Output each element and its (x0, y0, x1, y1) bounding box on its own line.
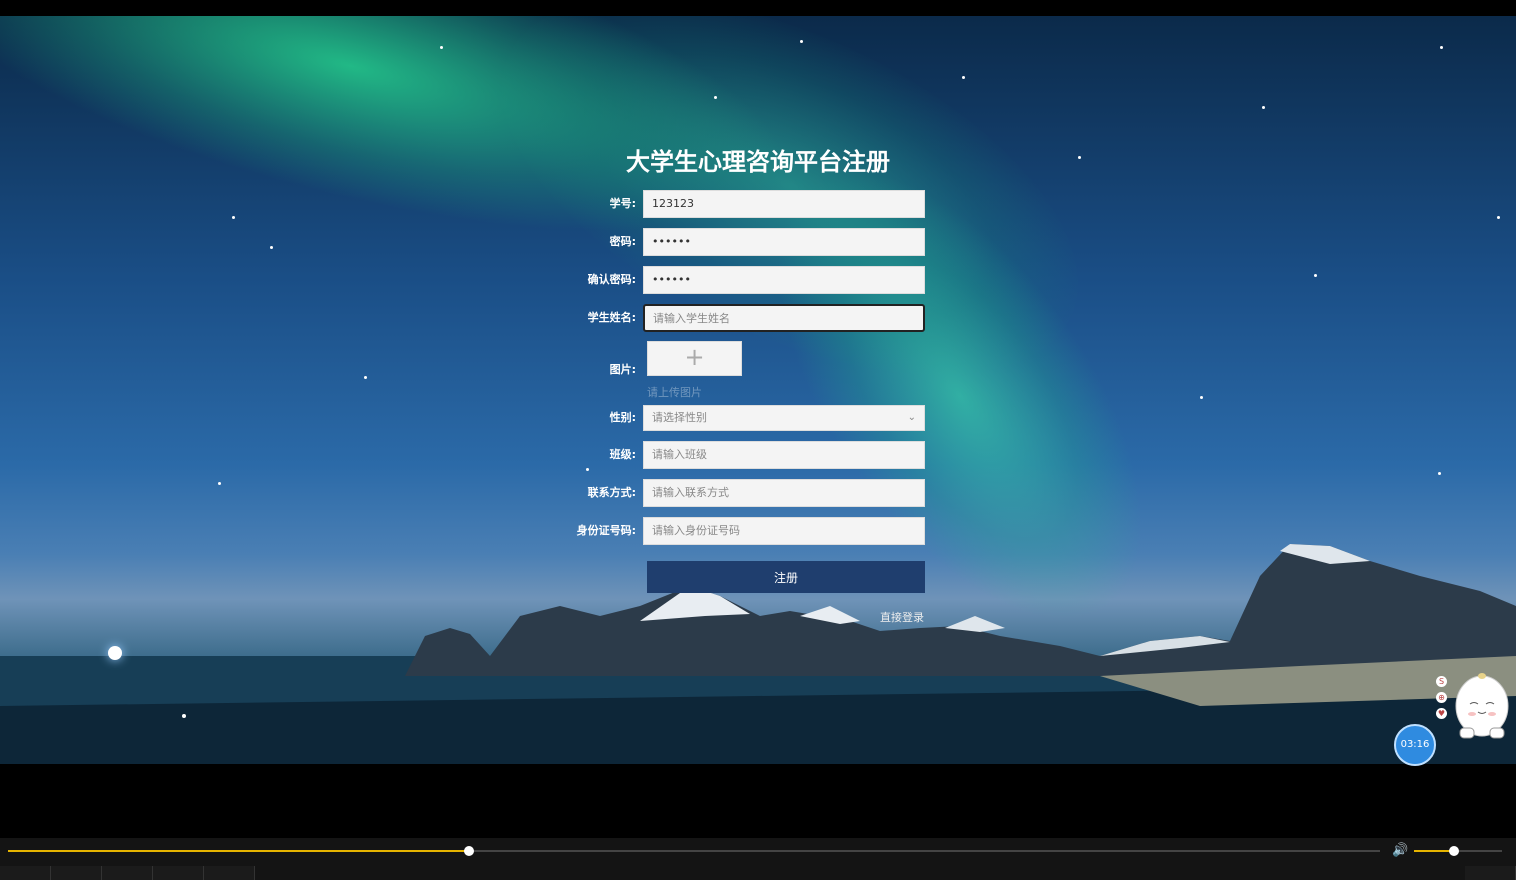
star (1200, 396, 1203, 399)
plus-icon: + (684, 343, 705, 371)
star (182, 714, 186, 718)
star (1440, 46, 1443, 49)
register-button[interactable]: 注册 (647, 561, 925, 593)
progress-track[interactable] (8, 846, 1380, 856)
page-title: 大学生心理咨询平台注册 (626, 148, 890, 176)
star (1497, 216, 1500, 219)
mascot-icon[interactable] (1454, 670, 1510, 742)
password-input[interactable]: •••••• (643, 228, 925, 256)
direct-login-link[interactable]: 直接登录 (880, 609, 924, 625)
star (1078, 156, 1081, 159)
contact-label: 联系方式: (587, 486, 636, 499)
gender-label: 性别: (609, 411, 636, 424)
confirm-password-input[interactable]: •••••• (643, 266, 925, 294)
volume-icon[interactable]: 🔊 (1392, 843, 1408, 858)
id-card-input[interactable]: 请输入身份证号码 (643, 517, 925, 545)
id-card-label: 身份证号码: (576, 524, 636, 537)
star (800, 40, 803, 43)
mini-button[interactable]: S (1436, 676, 1447, 687)
star (714, 96, 717, 99)
mountain-landscape (0, 544, 1516, 764)
confirm-password-row: 确认密码: •••••• (560, 266, 926, 294)
player-tab[interactable] (204, 866, 255, 880)
star (440, 46, 443, 49)
student-id-input[interactable]: 123123 (643, 190, 925, 218)
volume-fill (1414, 850, 1454, 852)
mini-button[interactable]: ♥ (1436, 708, 1447, 719)
top-black-bar (0, 0, 1516, 16)
mini-button[interactable]: ⊕ (1436, 692, 1447, 703)
upload-hint: 请上传图片 (647, 386, 702, 399)
gender-select[interactable]: 请选择性别 ⌄ (643, 405, 925, 431)
confirm-password-label: 确认密码: (587, 273, 636, 286)
student-id-row: 学号: 123123 (560, 190, 926, 218)
star (232, 216, 235, 219)
contact-input[interactable]: 请输入联系方式 (643, 479, 925, 507)
class-input[interactable]: 请输入班级 (643, 441, 925, 469)
player-tab[interactable] (0, 866, 51, 880)
star (1314, 274, 1317, 277)
star (218, 482, 221, 485)
player-tabs (0, 866, 1516, 880)
gender-select-value: 请选择性别 (652, 411, 707, 424)
id-card-row: 身份证号码: 请输入身份证号码 (560, 517, 926, 545)
volume-knob[interactable] (1448, 846, 1459, 856)
student-name-row: 学生姓名: 请输入学生姓名 (560, 304, 926, 332)
player-tab[interactable] (51, 866, 102, 880)
image-label: 图片: (609, 363, 636, 376)
gender-row: 性别: 请选择性别 ⌄ (560, 405, 926, 431)
star (962, 76, 965, 79)
image-row: 图片: (560, 356, 926, 384)
player-tab[interactable] (102, 866, 153, 880)
contact-row: 联系方式: 请输入联系方式 (560, 479, 926, 507)
star (364, 376, 367, 379)
player-tab[interactable] (153, 866, 204, 880)
student-name-label: 学生姓名: (587, 311, 636, 324)
star (270, 246, 273, 249)
chevron-down-icon: ⌄ (907, 412, 916, 423)
class-row: 班级: 请输入班级 (560, 441, 926, 469)
password-label: 密码: (609, 235, 636, 248)
star (1438, 472, 1441, 475)
timer-badge[interactable]: 03:16 (1394, 724, 1436, 766)
progress-fill (8, 850, 469, 852)
player-tab[interactable] (1465, 866, 1516, 880)
image-upload-button[interactable]: + (647, 341, 742, 376)
glowing-orb (108, 646, 122, 660)
background-scene (0, 16, 1516, 764)
password-row: 密码: •••••• (560, 228, 926, 256)
progress-knob[interactable] (463, 846, 474, 856)
student-id-label: 学号: (609, 197, 636, 210)
class-label: 班级: (609, 448, 636, 461)
star (1262, 106, 1265, 109)
video-player-bar: 🔊 (0, 838, 1516, 880)
student-name-input[interactable]: 请输入学生姓名 (643, 304, 925, 332)
volume-track[interactable] (1414, 846, 1502, 856)
